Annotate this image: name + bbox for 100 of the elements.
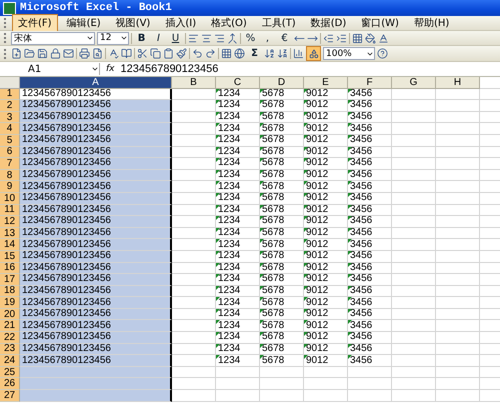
book-icon[interactable] [121,48,132,59]
table-cell [172,239,216,251]
row-header[interactable]: 7 [0,158,20,170]
autosum-button[interactable]: Σ [247,46,262,61]
column-header[interactable]: C [216,77,260,89]
undo-icon[interactable] [192,48,203,59]
menu-item[interactable]: 编辑(E) [60,14,107,32]
row-header[interactable]: 16 [0,262,20,274]
row-header[interactable]: 14 [0,239,20,251]
row-header[interactable]: 3 [0,112,20,124]
align-left-icon[interactable] [188,32,199,44]
table-cell: 1234567890123456 [20,274,172,286]
table-cell: 1234567890123456 [20,192,172,205]
table-cell [436,123,480,135]
table-cell: 3456 [348,146,392,158]
spell-check-icon[interactable] [108,48,119,59]
row-header[interactable]: 12 [0,216,20,228]
row-header[interactable]: 22 [0,332,20,344]
row-header[interactable]: 18 [0,286,20,298]
row-header[interactable]: 23 [0,344,20,356]
number-format-button[interactable]: € [277,30,292,46]
align-center-icon[interactable] [201,32,212,44]
menu-item[interactable]: 格式(O) [205,14,253,32]
row-header[interactable]: 10 [0,192,20,205]
name-box[interactable]: A1 [0,63,100,75]
format-button[interactable]: I [151,30,166,46]
table-cell: 3456 [348,170,392,182]
menu-item[interactable]: 视图(V) [110,14,156,32]
column-header[interactable]: E [304,77,348,89]
table-cell [172,216,216,228]
row-header[interactable]: 2 [0,100,20,112]
column-header[interactable]: H [436,77,480,89]
paste-icon[interactable] [163,48,174,59]
row-header[interactable]: 24 [0,355,20,367]
table-cell [436,100,480,112]
table-cell [392,320,436,332]
copy-icon[interactable] [150,48,161,59]
row-header[interactable]: 9 [0,181,20,193]
font-size-dropdown[interactable]: 12 [97,32,129,44]
zoom-dropdown[interactable]: 100% [323,47,375,60]
row-header[interactable]: 6 [0,146,20,158]
table-cell [436,308,480,320]
printer-icon[interactable] [79,48,90,59]
row-header[interactable]: 27 [0,390,20,402]
font-color-icon[interactable] [378,32,389,44]
row-header[interactable]: 11 [0,204,20,216]
print-preview-icon[interactable] [92,48,103,59]
row-header[interactable]: 13 [0,228,20,240]
globe-icon[interactable] [234,48,245,59]
table-cell [436,250,480,262]
table-icon[interactable] [221,48,232,59]
folder-icon[interactable] [24,48,35,59]
new-file-icon[interactable] [11,48,22,59]
mail-icon[interactable] [63,48,74,59]
row-header[interactable]: 15 [0,250,20,262]
format-button[interactable]: B [134,30,149,46]
help-icon[interactable] [377,48,388,59]
row-header[interactable]: 5 [0,134,20,147]
menu-item[interactable]: 帮助(H) [408,14,456,32]
lock-icon[interactable] [50,48,61,59]
table-cell: 9012 [304,134,348,147]
column-header[interactable]: A [20,77,172,89]
indent-decrease-icon[interactable] [323,32,334,44]
save-icon[interactable] [37,48,48,59]
column-header[interactable]: G [392,77,436,89]
row-header[interactable]: 4 [0,123,20,135]
row-header[interactable]: 1 [0,88,20,100]
menu-item[interactable]: 窗口(W) [355,14,405,32]
column-header[interactable]: F [348,77,392,89]
row-header[interactable]: 26 [0,378,20,390]
paintbrush-icon[interactable] [176,48,187,59]
paint-bucket-icon[interactable] [365,32,376,44]
row-header[interactable]: 8 [0,170,20,182]
format-button[interactable]: U [168,30,183,46]
menu-item[interactable]: 工具(T) [256,14,302,32]
row-header[interactable]: 19 [0,297,20,309]
column-header[interactable]: B [172,77,216,89]
drawing-button[interactable] [306,46,321,61]
font-dropdown[interactable]: 宋体 [11,32,95,44]
indent-increase-icon[interactable] [336,32,347,44]
formula-field[interactable]: 1234567890123456 [120,63,218,75]
menu-item[interactable]: 数据(D) [304,14,352,32]
cut-icon[interactable] [137,48,148,59]
row-header[interactable]: 21 [0,320,20,332]
menu-item[interactable]: 文件(F) [12,14,58,32]
sort-ascending-icon[interactable] [264,48,275,59]
merge-icon[interactable] [227,32,238,44]
row-header[interactable]: 25 [0,366,20,378]
number-format-button[interactable]: % [243,30,258,46]
menu-item[interactable]: 插入(I) [159,14,202,32]
row-header[interactable]: 17 [0,274,20,286]
chart-icon[interactable] [293,48,304,59]
row-header[interactable]: 20 [0,308,20,320]
table-cell: 9012 [304,228,348,240]
redo-icon[interactable] [205,48,216,59]
align-right-icon[interactable] [214,32,225,44]
column-header[interactable]: D [260,77,304,89]
borders-icon[interactable] [352,32,363,44]
number-format-button[interactable]: , [260,30,275,46]
sort-descending-icon[interactable] [277,48,288,59]
